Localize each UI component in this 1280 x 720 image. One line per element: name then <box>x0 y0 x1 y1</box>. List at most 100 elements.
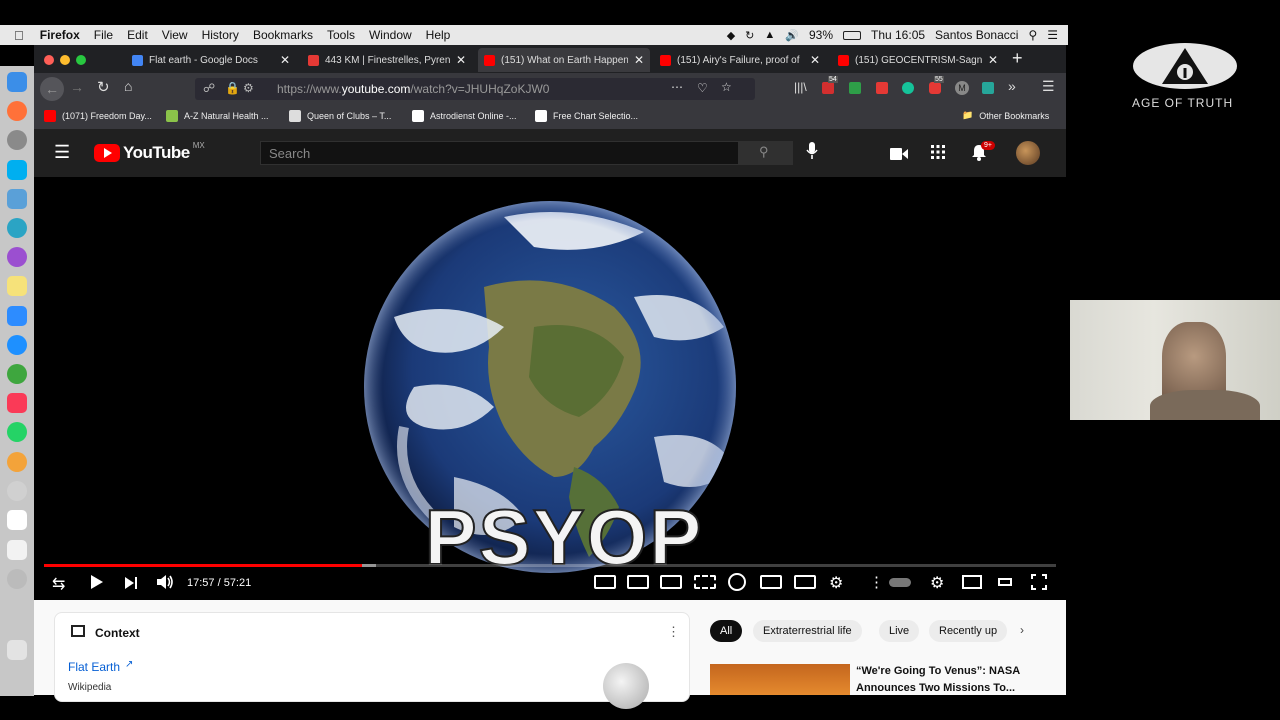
keyboard-icon[interactable] <box>794 575 816 589</box>
messenger-icon[interactable] <box>7 335 27 355</box>
addon-teal-icon[interactable] <box>982 82 994 94</box>
apps-grid-icon[interactable] <box>931 145 945 159</box>
microphone-icon[interactable] <box>806 141 818 161</box>
url-bar[interactable]: ☍ 🔒 ⚙ https://www.youtube.com/watch?v=JH… <box>195 78 755 100</box>
close-icon[interactable]: ✕ <box>986 53 1000 67</box>
whatsapp-icon[interactable] <box>7 422 27 442</box>
notes-icon[interactable] <box>7 276 27 296</box>
loop-icon[interactable]: ⇆ <box>52 574 65 594</box>
chevron-right-icon[interactable]: › <box>1020 623 1024 637</box>
finder-icon[interactable] <box>7 72 27 92</box>
photos-icon[interactable] <box>7 452 27 472</box>
more-actions-icon[interactable]: ⋯ <box>671 80 683 94</box>
progress-bar[interactable] <box>44 564 1056 567</box>
battery-icon[interactable] <box>843 30 861 40</box>
addon-adblock-icon[interactable] <box>929 82 941 94</box>
music-icon[interactable] <box>7 393 27 413</box>
spotlight-icon[interactable]: ⚲ <box>1028 28 1037 42</box>
next-button[interactable] <box>124 576 138 590</box>
tab-geocentrism[interactable]: (151) GEOCENTRISM-Sagna ✕ <box>832 48 1004 72</box>
create-video-icon[interactable] <box>890 147 908 160</box>
close-icon[interactable]: ✕ <box>808 53 822 67</box>
menu-file[interactable]: File <box>94 28 113 42</box>
external-link-icon[interactable]: ↗ <box>125 659 133 670</box>
hamburger-menu-icon[interactable]: ☰ <box>54 142 70 163</box>
addon-m-icon[interactable]: M <box>955 81 969 95</box>
podcasts-icon[interactable] <box>7 247 27 267</box>
close-window-button[interactable] <box>44 55 54 65</box>
theater-mode-icon[interactable] <box>998 578 1012 586</box>
back-button[interactable]: ← <box>40 77 64 101</box>
addon-green-icon[interactable] <box>849 82 861 94</box>
clip-icon[interactable] <box>627 575 649 589</box>
volume-icon[interactable] <box>156 574 174 590</box>
zoom-icon[interactable] <box>7 306 27 326</box>
menu-bookmarks[interactable]: Bookmarks <box>253 28 313 42</box>
minimize-window-button[interactable] <box>60 55 70 65</box>
pocket-icon[interactable]: ♡ <box>697 81 708 95</box>
sync-icon[interactable]: ↻ <box>745 29 754 42</box>
library-icon[interactable]: |||\ <box>794 80 807 94</box>
chip-extraterrestrial-life[interactable]: Extraterrestrial life <box>753 620 862 642</box>
tab-finestrelles[interactable]: 443 KM | Finestrelles, Pyren ✕ <box>302 48 472 72</box>
menu-help[interactable]: Help <box>426 28 451 42</box>
close-icon[interactable]: ✕ <box>278 53 292 67</box>
close-icon[interactable]: ✕ <box>454 53 468 67</box>
apple-icon[interactable]:  <box>14 28 24 43</box>
utorrent-icon[interactable] <box>7 364 27 384</box>
search-input[interactable]: Search <box>260 141 739 165</box>
tab-what-on-earth[interactable]: (151) What on Earth Happen ✕ <box>478 48 650 72</box>
trash-icon[interactable] <box>7 640 27 660</box>
skype-icon[interactable] <box>7 160 27 180</box>
search-button[interactable]: ⚲ <box>739 141 793 165</box>
addon-grammar-icon[interactable] <box>902 82 914 94</box>
forward-button[interactable]: → <box>70 79 84 95</box>
permissions-icon[interactable]: ⚙ <box>243 81 254 95</box>
bookmark-natural-health[interactable]: A-Z Natural Health ... <box>166 110 269 122</box>
play-button[interactable] <box>90 574 104 590</box>
chip-live[interactable]: Live <box>879 620 920 642</box>
lock-icon[interactable]: 🔒 <box>225 81 240 95</box>
video-thumbnail[interactable] <box>710 664 850 695</box>
menu-history[interactable]: History <box>202 28 239 42</box>
avatar[interactable] <box>1016 141 1040 165</box>
chip-recently-uploaded[interactable]: Recently up <box>929 620 1007 642</box>
bookmark-free-chart[interactable]: Free Chart Selectio... <box>535 110 638 122</box>
control-center-icon[interactable]: ☰ <box>1047 28 1058 42</box>
video-player[interactable]: PSYOP ⇆ 17:57 / 57:21 ⚙ ⋮ ⚙ <box>34 177 1066 600</box>
menu-edit[interactable]: Edit <box>127 28 148 42</box>
bookmark-queen-of-clubs[interactable]: Queen of Clubs – T... <box>289 110 391 122</box>
recommended-video[interactable]: “We're Going To Venus”: NASA Announces T… <box>710 662 1050 695</box>
new-tab-button[interactable]: + <box>1012 48 1023 69</box>
zoom-window-button[interactable] <box>76 55 86 65</box>
firefox-icon[interactable] <box>7 101 27 121</box>
wifi-icon[interactable]: ▲ <box>764 29 775 41</box>
gear-icon[interactable]: ⚙ <box>829 573 843 593</box>
user-name[interactable]: Santos Bonacci <box>935 28 1018 42</box>
disk-icon[interactable] <box>7 481 27 501</box>
more-options-icon[interactable]: ⋮ <box>869 573 884 591</box>
menu-view[interactable]: View <box>162 28 188 42</box>
autoplay-toggle[interactable] <box>889 578 911 587</box>
reload-icon[interactable]: ↻ <box>97 78 110 96</box>
system-preferences-icon[interactable] <box>7 130 27 150</box>
calendar-icon[interactable] <box>7 510 27 530</box>
volume-icon[interactable]: 🔊 <box>785 29 799 42</box>
addon-pen-icon[interactable] <box>876 82 888 94</box>
flat-earth-link[interactable]: Flat Earth <box>68 660 120 674</box>
settings-icon[interactable]: ⚙ <box>930 573 944 593</box>
chip-all[interactable]: All <box>710 620 743 642</box>
textedit-icon[interactable] <box>7 540 27 560</box>
dropbox-icon[interactable]: ◆ <box>727 29 735 42</box>
home-icon[interactable]: ⌂ <box>124 78 132 94</box>
app-menu-icon[interactable]: ☰ <box>1042 78 1055 95</box>
preview-icon[interactable] <box>7 189 27 209</box>
bookmark-star-icon[interactable]: ☆ <box>721 80 732 94</box>
addon-red-icon[interactable] <box>822 82 834 94</box>
enhance-icon[interactable] <box>760 575 782 589</box>
menu-tools[interactable]: Tools <box>327 28 355 42</box>
tab-google-docs[interactable]: Flat earth - Google Docs ✕ <box>126 48 296 72</box>
frame-icon[interactable] <box>660 575 682 589</box>
bookmark-astrodienst[interactable]: Astrodienst Online -... <box>412 110 517 122</box>
shield-icon[interactable]: ☍ <box>203 81 215 95</box>
